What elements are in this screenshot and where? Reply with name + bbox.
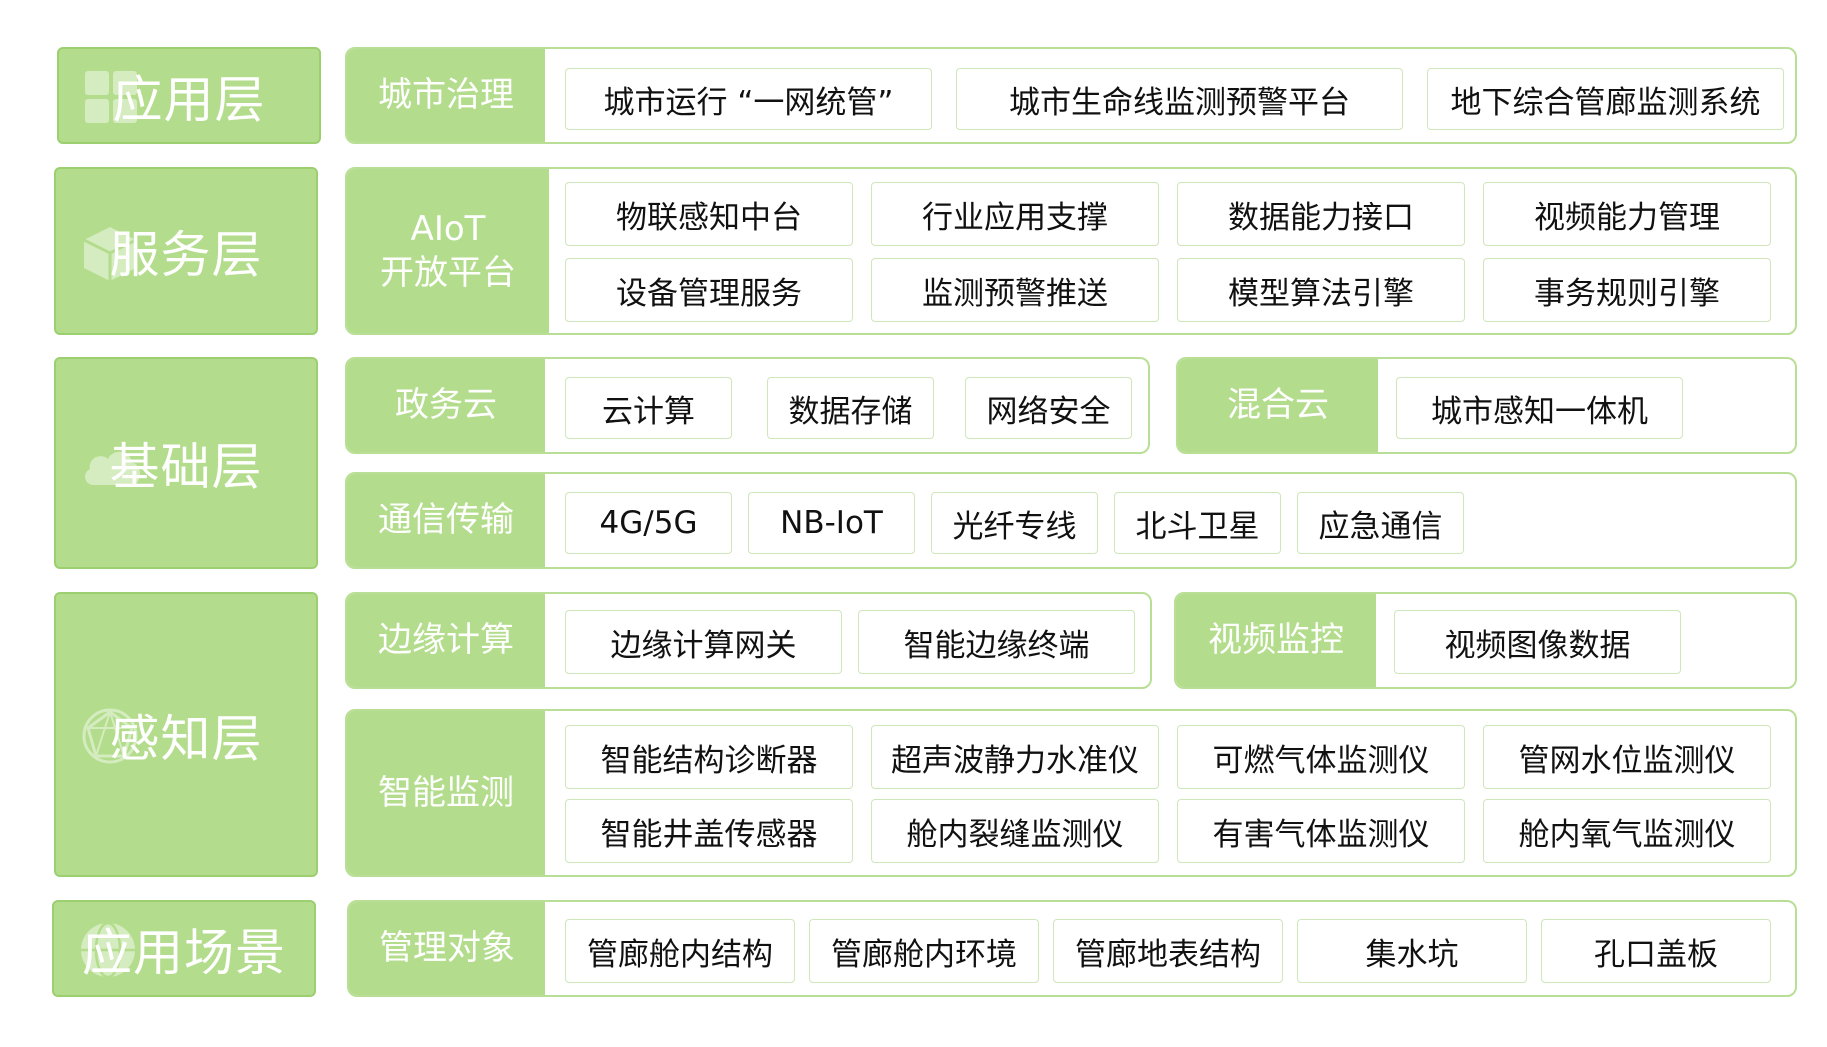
layer-scenario-label: 应用场景 — [82, 923, 286, 982]
list-item: 智能边缘终端 — [858, 610, 1135, 674]
row-communication: 通信传输 4G/5G NB-IoT 光纤专线 北斗卫星 应急通信 — [345, 472, 1797, 569]
list-item: 可燃气体监测仪 — [1177, 725, 1465, 789]
list-item: 行业应用支撑 — [871, 182, 1159, 246]
list-item: 城市生命线监测预警平台 — [956, 68, 1403, 130]
layer-service-label: 服务层 — [109, 226, 263, 284]
row-hybrid-cloud: 混合云 城市感知一体机 — [1176, 357, 1797, 454]
list-item: 有害气体监测仪 — [1177, 799, 1465, 863]
list-item: 北斗卫星 — [1114, 492, 1281, 554]
list-item: 视频能力管理 — [1483, 182, 1771, 246]
list-item: 监测预警推送 — [871, 258, 1159, 322]
list-item: 设备管理服务 — [565, 258, 853, 322]
list-item: 舱内裂缝监测仪 — [871, 799, 1159, 863]
list-item: 超声波静力水准仪 — [871, 725, 1159, 789]
row-edge-computing-label: 边缘计算 — [347, 594, 545, 687]
list-item: 智能井盖传感器 — [565, 799, 853, 863]
list-item: 视频图像数据 — [1394, 610, 1681, 674]
row-city-governance: 城市治理 城市运行 “一网统管” 城市生命线监测预警平台 地下综合管廊监测系统 — [345, 47, 1797, 144]
list-item: 云计算 — [565, 377, 732, 439]
row-gov-cloud: 政务云 云计算 数据存储 网络安全 — [345, 357, 1150, 454]
list-item: 智能结构诊断器 — [565, 725, 853, 789]
list-item: 舱内氧气监测仪 — [1483, 799, 1771, 863]
list-item: 城市感知一体机 — [1396, 377, 1683, 439]
list-item: 数据能力接口 — [1177, 182, 1465, 246]
layer-application-label: 应用层 — [112, 70, 266, 129]
row-smart-monitoring-label: 智能监测 — [347, 711, 545, 875]
row-managed-objects-label: 管理对象 — [349, 902, 545, 995]
list-item: 管廊舱内环境 — [809, 919, 1039, 983]
row-hybrid-cloud-label: 混合云 — [1178, 359, 1378, 452]
layer-infrastructure-label: 基础层 — [109, 438, 263, 496]
row-gov-cloud-label: 政务云 — [347, 359, 545, 452]
list-item: 模型算法引擎 — [1177, 258, 1465, 322]
layer-service: 服务层 — [54, 167, 318, 335]
row-video-monitoring: 视频监控 视频图像数据 — [1174, 592, 1797, 689]
layer-perception-label: 感知层 — [109, 709, 263, 768]
layer-perception: 感知层 — [54, 592, 318, 877]
layer-scenario: 应用场景 — [52, 900, 316, 997]
layer-application: 应用层 — [57, 47, 321, 144]
list-item: 管廊地表结构 — [1053, 919, 1283, 983]
row-aiot-platform: AIoT 开放平台 物联感知中台 行业应用支撑 数据能力接口 视频能力管理 设备… — [345, 167, 1797, 335]
list-item: NB-IoT — [748, 492, 915, 554]
row-video-monitoring-label: 视频监控 — [1176, 594, 1376, 687]
list-item: 数据存储 — [767, 377, 934, 439]
list-item: 事务规则引擎 — [1483, 258, 1771, 322]
list-item: 物联感知中台 — [565, 182, 853, 246]
list-item: 集水坑 — [1297, 919, 1527, 983]
row-city-governance-label: 城市治理 — [347, 49, 545, 142]
list-item: 应急通信 — [1297, 492, 1464, 554]
row-communication-label: 通信传输 — [347, 474, 545, 567]
list-item: 管廊舱内结构 — [565, 919, 795, 983]
row-aiot-label: AIoT 开放平台 — [347, 169, 549, 333]
row-edge-computing: 边缘计算 边缘计算网关 智能边缘终端 — [345, 592, 1152, 689]
layer-infrastructure: 基础层 — [54, 357, 318, 569]
row-smart-monitoring: 智能监测 智能结构诊断器 超声波静力水准仪 可燃气体监测仪 管网水位监测仪 智能… — [345, 709, 1797, 877]
list-item: 光纤专线 — [931, 492, 1098, 554]
list-item: 地下综合管廊监测系统 — [1427, 68, 1784, 130]
list-item: 网络安全 — [965, 377, 1132, 439]
list-item: 边缘计算网关 — [565, 610, 842, 674]
list-item: 孔口盖板 — [1541, 919, 1771, 983]
row-managed-objects: 管理对象 管廊舱内结构 管廊舱内环境 管廊地表结构 集水坑 孔口盖板 — [347, 900, 1797, 997]
list-item: 城市运行 “一网统管” — [565, 68, 932, 130]
list-item: 管网水位监测仪 — [1483, 725, 1771, 789]
list-item: 4G/5G — [565, 492, 732, 554]
